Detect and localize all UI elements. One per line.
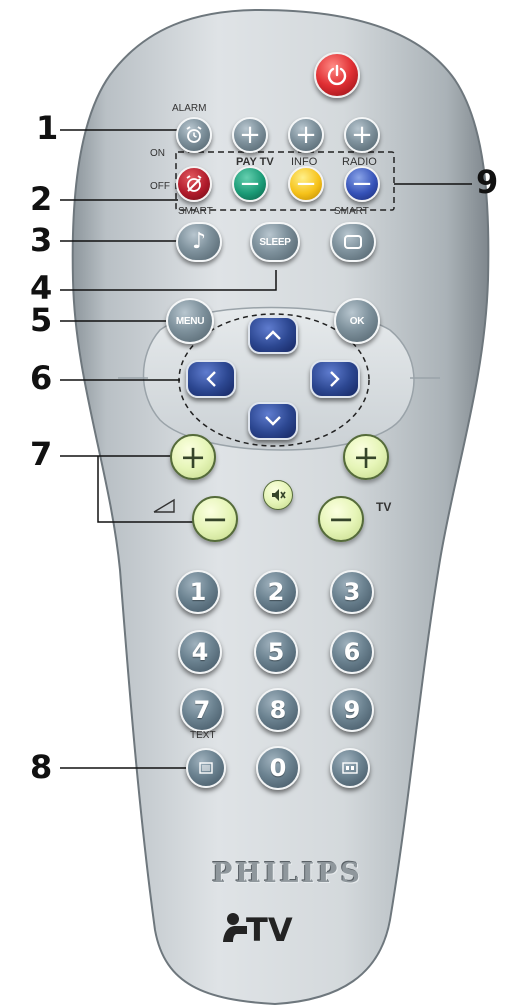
digit-7-label: 7 — [193, 696, 211, 724]
on-label: ON — [150, 148, 165, 159]
minus-icon: − — [239, 169, 261, 199]
power-button[interactable] — [314, 52, 360, 98]
arrow-up-icon — [265, 330, 281, 340]
alarm-label: ALARM — [172, 103, 207, 114]
plus-icon: + — [179, 438, 207, 476]
digit-2-label: 2 — [267, 578, 285, 606]
smart-picture-label: SMART — [334, 206, 369, 217]
volume-down-button[interactable]: − — [192, 496, 238, 542]
minus-icon: − — [295, 169, 317, 199]
minus-icon: − — [327, 500, 355, 538]
tv-logo-text: TV — [246, 911, 293, 949]
digit-8-button[interactable]: 8 — [256, 688, 300, 732]
sleep-label: SLEEP — [259, 236, 291, 248]
digit-5-button[interactable]: 5 — [254, 630, 298, 674]
mute-button[interactable] — [263, 480, 293, 510]
smart-sound-label: SMART — [178, 206, 213, 217]
digit-6-label: 6 — [343, 638, 361, 666]
callout-1: 1 — [36, 109, 59, 147]
callout-2: 2 — [30, 180, 53, 218]
digit-3-button[interactable]: 3 — [330, 570, 374, 614]
menu-label: MENU — [175, 315, 205, 327]
music-note-icon: ♪ — [191, 229, 207, 254]
arrow-right-icon — [330, 371, 340, 387]
plus-icon: + — [295, 120, 317, 150]
digit-7-button[interactable]: 7 — [180, 688, 224, 732]
smart-sound-button[interactable]: ♪ — [176, 222, 222, 262]
digit-9-label: 9 — [343, 696, 361, 724]
digit-0-button[interactable]: 0 — [256, 746, 300, 790]
digit-9-button[interactable]: 9 — [330, 688, 374, 732]
smart-picture-button[interactable] — [330, 222, 376, 262]
cursor-down-button[interactable] — [248, 402, 298, 440]
pay-tv-plus-button[interactable]: + — [232, 117, 268, 153]
alarm-clock-icon — [186, 126, 202, 143]
minus-icon: − — [351, 169, 373, 199]
callout-5: 5 — [30, 301, 53, 339]
digit-8-label: 8 — [269, 696, 287, 724]
ok-label: OK — [349, 315, 365, 327]
av-input-icon — [342, 762, 358, 774]
callout-3: 3 — [30, 221, 53, 259]
person-icon — [223, 913, 247, 942]
menu-button[interactable]: MENU — [166, 298, 214, 344]
off-label: OFF — [150, 181, 170, 192]
digit-1-label: 1 — [189, 578, 207, 606]
remote-body-graphic — [60, 8, 490, 1006]
callout-7: 7 — [30, 435, 53, 473]
remote-control-diagram: 1 2 3 4 5 6 7 8 9 ALARM ON OFF + + + PAY… — [0, 0, 521, 1007]
ok-button[interactable]: OK — [334, 298, 380, 344]
alarm-off-red-button[interactable] — [176, 166, 212, 202]
digit-4-button[interactable]: 4 — [178, 630, 222, 674]
digit-1-button[interactable]: 1 — [176, 570, 220, 614]
digit-0-label: 0 — [269, 754, 287, 782]
teletext-button[interactable] — [186, 748, 226, 788]
callout-6: 6 — [30, 359, 53, 397]
cursor-right-button[interactable] — [310, 360, 360, 398]
plus-icon: + — [239, 120, 261, 150]
philips-logo: PHILIPS — [212, 858, 363, 889]
digit-6-button[interactable]: 6 — [330, 630, 374, 674]
volume-up-button[interactable]: + — [170, 434, 216, 480]
callout-4: 4 — [30, 269, 53, 307]
cursor-left-button[interactable] — [186, 360, 236, 398]
plus-icon: + — [351, 120, 373, 150]
alarm-off-icon — [186, 175, 202, 192]
power-icon — [327, 64, 347, 86]
volume-wedge-icon — [153, 498, 175, 513]
arrow-left-icon — [206, 371, 216, 387]
digit-4-label: 4 — [191, 638, 209, 666]
callout-9: 9 — [476, 163, 499, 201]
info-minus-yellow-button[interactable]: − — [288, 166, 324, 202]
cursor-up-button[interactable] — [248, 316, 298, 354]
plus-icon: + — [352, 438, 380, 476]
teletext-icon — [199, 762, 213, 774]
program-down-button[interactable]: − — [318, 496, 364, 542]
alarm-on-button[interactable] — [176, 117, 212, 153]
text-label: TEXT — [190, 730, 216, 741]
av-input-button[interactable] — [330, 748, 370, 788]
radio-plus-button[interactable]: + — [344, 117, 380, 153]
radio-minus-blue-button[interactable]: − — [344, 166, 380, 202]
digit-5-label: 5 — [267, 638, 285, 666]
info-plus-button[interactable]: + — [288, 117, 324, 153]
tv-program-label: TV — [376, 500, 392, 514]
callout-8: 8 — [30, 748, 53, 786]
sleep-button[interactable]: SLEEP — [250, 222, 300, 262]
program-up-button[interactable]: + — [343, 434, 389, 480]
digit-3-label: 3 — [343, 578, 361, 606]
screen-icon — [344, 235, 362, 249]
pay-tv-minus-green-button[interactable]: − — [232, 166, 268, 202]
mute-icon — [272, 489, 286, 501]
digit-2-button[interactable]: 2 — [254, 570, 298, 614]
minus-icon: − — [201, 500, 229, 538]
arrow-down-icon — [265, 416, 281, 426]
